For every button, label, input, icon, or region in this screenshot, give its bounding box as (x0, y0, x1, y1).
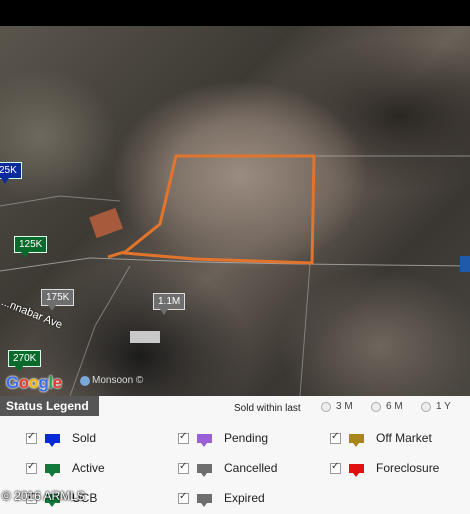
map-overlay (0, 154, 470, 396)
radio-label: 1 Y (436, 401, 451, 412)
road-line (299, 263, 311, 396)
legend-title: Status Legend (0, 396, 99, 416)
price-pin[interactable]: 270K (8, 350, 42, 372)
status-expired[interactable]: Expired (178, 491, 265, 507)
status-label: Cancelled (224, 461, 278, 475)
radio-label: 6 M (386, 401, 403, 412)
house-roof (130, 331, 160, 343)
foreclosure-marker-icon (349, 463, 364, 477)
status-label: Foreclosure (376, 461, 440, 475)
status-label: Pending (224, 431, 269, 445)
top-bar (0, 0, 470, 26)
expired-marker-icon (197, 493, 212, 507)
checkbox[interactable] (178, 491, 189, 504)
sold-within-label: Sold within last (234, 403, 301, 414)
status-label: Active (72, 461, 105, 475)
pending-marker-icon (197, 433, 212, 447)
status-sold[interactable]: Sold (26, 431, 97, 447)
checkbox[interactable] (178, 431, 189, 444)
cancelled-marker-icon (197, 463, 212, 477)
monsoon-logo-icon (80, 375, 90, 386)
checkbox[interactable] (330, 431, 341, 444)
status-active[interactable]: Active (26, 461, 105, 477)
status-off-market[interactable]: Off Market (330, 431, 432, 447)
checkbox[interactable] (26, 461, 37, 474)
copyright-watermark: © 2016 ARMLS (2, 489, 85, 503)
status-label: Off Market (376, 431, 432, 445)
sold-within-3m-radio[interactable]: 3 M (321, 401, 353, 412)
checkbox[interactable] (330, 461, 341, 474)
price-pin[interactable]: 175K (41, 289, 75, 311)
checkbox[interactable] (178, 461, 189, 474)
parcel-outline (120, 154, 316, 265)
off-market-marker-icon (349, 433, 364, 447)
active-marker-icon (45, 463, 60, 477)
radio-label: 3 M (336, 401, 353, 412)
status-foreclosure[interactable]: Foreclosure (330, 461, 440, 477)
price-pin[interactable]: 25K (0, 162, 22, 184)
sold-within-6m-radio[interactable]: 6 M (371, 401, 403, 412)
status-cancelled[interactable]: Cancelled (178, 461, 278, 477)
checkbox[interactable] (26, 431, 37, 444)
status-label: Sold (72, 431, 97, 445)
sold-marker-icon (45, 433, 60, 447)
map-side-tab[interactable] (460, 256, 470, 272)
status-label: Expired (224, 491, 265, 505)
radio-circle[interactable] (371, 401, 381, 412)
attribution: Monsoon © (80, 375, 143, 386)
house-roof (89, 207, 123, 239)
status-pending[interactable]: Pending (178, 431, 269, 447)
attribution-text: Monsoon © (92, 375, 144, 386)
parcel-access-line (107, 250, 125, 259)
price-pin[interactable]: 1.1M (153, 293, 186, 315)
sold-within-1y-radio[interactable]: 1 Y (421, 401, 451, 412)
road-line (0, 195, 121, 207)
google-logo: Google (6, 373, 62, 392)
price-pin[interactable]: 125K (14, 236, 48, 258)
radio-circle[interactable] (421, 401, 431, 412)
radio-circle[interactable] (321, 401, 331, 412)
satellite-map[interactable]: 25K 125K 175K 1.1M 270K ...nnabar Ave Go… (0, 26, 470, 396)
